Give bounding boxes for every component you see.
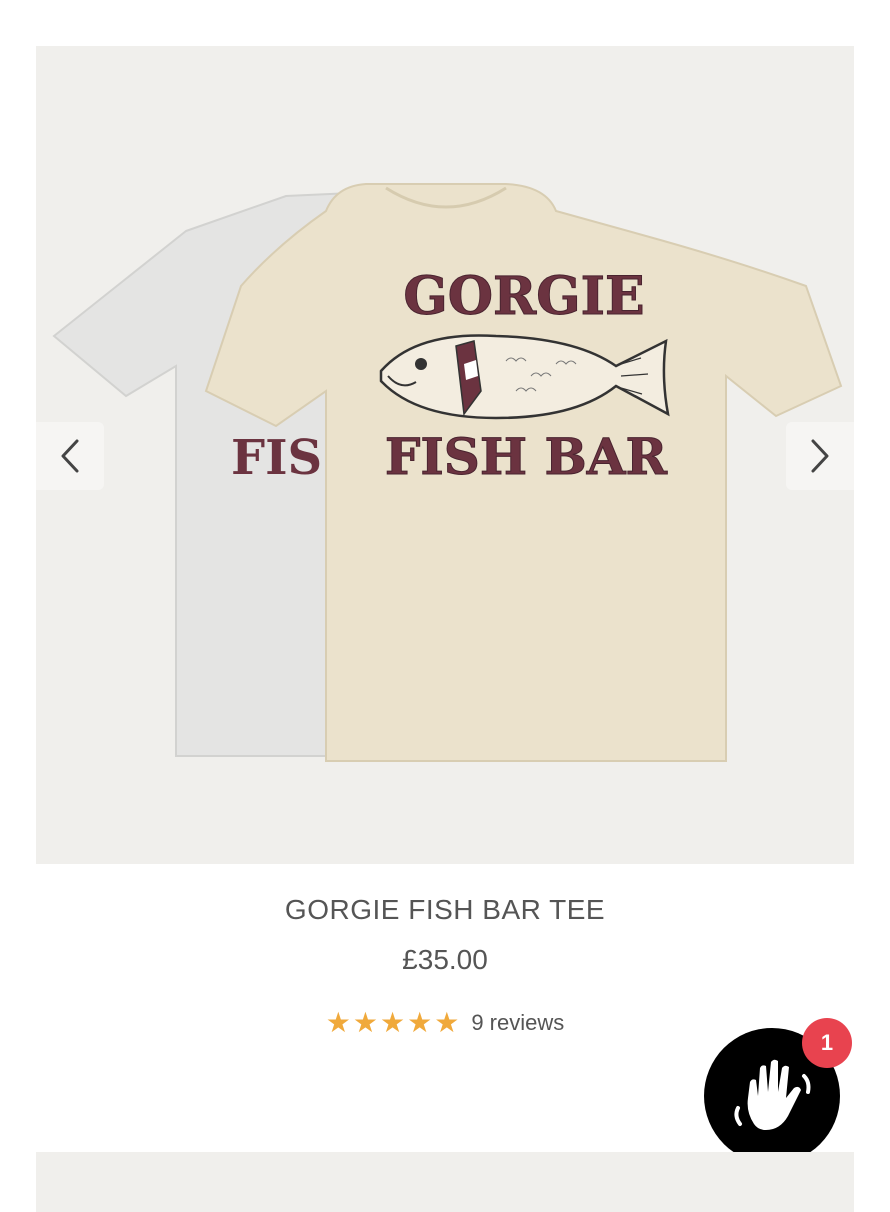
product-price: £35.00 — [402, 944, 488, 975]
star-icon: ★ — [352, 1007, 378, 1038]
star-icon: ★ — [379, 1007, 406, 1038]
waving-hand-icon — [724, 1046, 820, 1147]
star-rating: ★ ★ ★ ★ ★ — [326, 1008, 460, 1038]
product-title[interactable]: GORGIE FISH BAR TEE — [0, 894, 890, 926]
notification-badge: 1 — [802, 1018, 852, 1068]
gallery-next-button[interactable] — [786, 422, 854, 490]
product-image: FIS GORGIE FISH BAR — [52, 183, 843, 762]
gallery-prev-button[interactable] — [36, 422, 104, 490]
star-icon: ★ — [434, 1007, 460, 1038]
shirt-print-line1: GORGIE — [403, 266, 644, 327]
next-product-card[interactable] — [36, 1152, 854, 1212]
star-icon: ★ — [407, 1007, 433, 1038]
chevron-left-icon — [59, 438, 81, 474]
product-image-gallery: FIS GORGIE FISH BAR — [36, 46, 854, 864]
chevron-right-icon — [809, 438, 831, 474]
reviews-count[interactable]: 9 reviews — [471, 1010, 564, 1036]
back-shirt-print: FIS — [231, 430, 322, 486]
star-icon: ★ — [325, 1007, 351, 1038]
shirt-print-line2: FISH BAR — [385, 427, 668, 486]
